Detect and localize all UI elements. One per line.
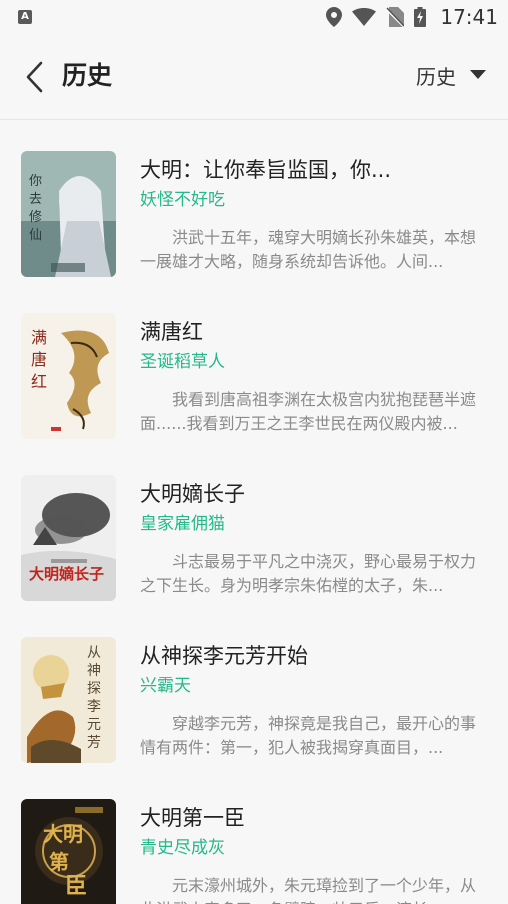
svg-text:修: 修 <box>29 210 42 225</box>
app-bar: 历史 历史 <box>0 34 508 120</box>
list-item[interactable]: 大明嫡长子 大明嫡长子 皇家雇佣猫 斗志最易于平凡之中浇灭，野心最易于权力之下生… <box>0 445 508 607</box>
list-item[interactable]: 从 神 探 李 元 芳 从神探李元芳开始 兴霸天 穿越李元芳，神探竟是我自己，最… <box>0 607 508 769</box>
book-author: 皇家雇佣猫 <box>140 514 225 534</box>
cover-art: 你 去 修 仙 <box>21 151 116 277</box>
book-cover[interactable]: 从 神 探 李 元 芳 <box>21 637 116 763</box>
svg-text:仙: 仙 <box>29 228 42 243</box>
back-button[interactable] <box>20 60 48 94</box>
svg-text:芳: 芳 <box>87 734 101 751</box>
list-item[interactable]: 你 去 修 仙 大明：让你奉旨监国，你... 妖怪不好吃 洪武十五年，魂穿大明嫡… <box>0 121 508 283</box>
book-cover[interactable]: 大明 第 臣 <box>21 799 116 904</box>
page-title: 历史 <box>62 61 113 90</box>
book-author: 妖怪不好吃 <box>140 190 225 210</box>
cover-title-text: 满 <box>31 328 47 347</box>
cover-title-text: 大明嫡长子 <box>29 565 104 583</box>
book-cover[interactable]: 大明嫡长子 <box>21 475 116 601</box>
status-bar: A 17:41 <box>0 0 508 34</box>
book-author: 青史尽成灰 <box>140 838 225 858</box>
svg-text:去: 去 <box>29 192 42 207</box>
book-cover[interactable]: 你 去 修 仙 <box>21 151 116 277</box>
book-description: 我看到唐高祖李渊在太极宫内犹抱琵琶半遮面......我看到万王之王李世民在两仪殿… <box>140 390 477 433</box>
book-title: 大明第一臣 <box>140 806 245 830</box>
svg-text:第: 第 <box>49 850 69 874</box>
book-title: 大明嫡长子 <box>140 482 245 506</box>
svg-text:红: 红 <box>31 372 47 391</box>
book-description: 洪武十五年，魂穿大明嫡长孙朱雄英，本想一展雄才大略，随身系统却告诉他。人间... <box>140 228 477 271</box>
svg-text:唐: 唐 <box>31 350 47 369</box>
location-icon <box>326 7 343 27</box>
cover-art: 满 唐 红 <box>21 313 116 439</box>
book-title: 从神探李元芳开始 <box>140 644 308 668</box>
history-filter-dropdown[interactable]: 历史 <box>416 60 486 90</box>
filter-label: 历史 <box>416 64 456 89</box>
list-item[interactable]: 大明 第 臣 大明第一臣 青史尽成灰 元末濠州城外，朱元璋捡到了一个少年，从此洪… <box>0 769 508 904</box>
cover-art: 大明嫡长子 <box>21 475 116 601</box>
cover-art: 大明 第 臣 <box>21 799 116 904</box>
book-title: 满唐红 <box>140 320 203 344</box>
book-author: 兴霸天 <box>140 676 191 696</box>
no-sim-icon <box>386 7 405 27</box>
book-author: 圣诞稻草人 <box>140 352 225 372</box>
cover-art: 从 神 探 李 元 芳 <box>21 637 116 763</box>
svg-text:探: 探 <box>87 681 101 697</box>
wifi-icon <box>352 8 377 26</box>
svg-text:李: 李 <box>87 699 101 715</box>
svg-text:神: 神 <box>87 663 101 679</box>
book-description: 元末濠州城外，朱元璋捡到了一个少年，从此洪武大帝多了一条臂膀，帅元乐，滚长... <box>140 876 477 904</box>
svg-text:臣: 臣 <box>65 873 87 899</box>
battery-charging-icon <box>414 7 427 27</box>
book-description: 斗志最易于平凡之中浇灭，野心最易于权力之下生长。身为明孝宗朱佑樘的太子，朱... <box>140 552 477 595</box>
cover-title-text: 你 <box>29 174 42 189</box>
book-description: 穿越李元芳，神探竟是我自己，最开心的事情有两件：第一，犯人被我揭穿真面目，... <box>140 714 477 757</box>
svg-text:元: 元 <box>87 717 101 733</box>
app-notification-icon: A <box>18 10 32 24</box>
list-item[interactable]: 满 唐 红 满唐红 圣诞稻草人 我看到唐高祖李渊在太极宫内犹抱琵琶半遮面....… <box>0 283 508 445</box>
clock: 17:41 <box>440 5 498 29</box>
cover-title-text: 大明 <box>43 822 83 846</box>
back-arrow-icon <box>26 61 43 93</box>
book-cover[interactable]: 满 唐 红 <box>21 313 116 439</box>
book-title: 大明：让你奉旨监国，你... <box>140 158 392 182</box>
cover-title-text: 从 <box>87 645 101 661</box>
history-list: 你 去 修 仙 大明：让你奉旨监国，你... 妖怪不好吃 洪武十五年，魂穿大明嫡… <box>0 121 508 904</box>
caret-down-icon <box>470 70 486 79</box>
